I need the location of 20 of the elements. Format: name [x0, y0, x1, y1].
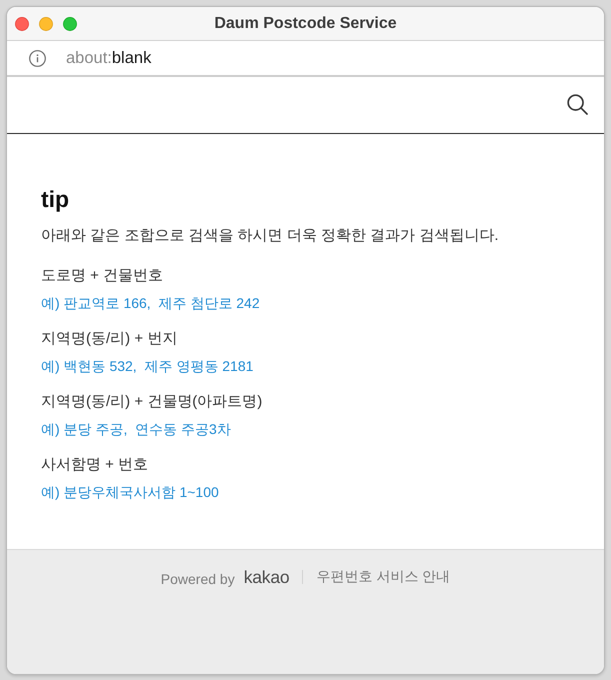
window-close-icon[interactable]	[15, 16, 29, 30]
search-format-label: 지역명(동/리) + 번지	[41, 329, 178, 349]
window-zoom-icon[interactable]	[63, 16, 77, 30]
search-example-text: 예) 백현동 532, 제주 영평동 2181	[41, 357, 254, 376]
url-text: about:blank	[66, 48, 152, 68]
search-icon[interactable]	[567, 94, 588, 114]
search-example-text: 예) 분당 주공, 연수동 주공3차	[41, 420, 231, 439]
info-icon[interactable]	[29, 50, 46, 66]
search-example-text: 예) 판교역로 166, 제주 첨단로 242	[41, 294, 260, 313]
service-info-link[interactable]: 우편번호 서비스 안내	[316, 568, 450, 586]
brand-logo: kakao	[244, 566, 290, 588]
search-field[interactable]	[7, 77, 604, 134]
tip-description: 아래와 같은 조합으로 검색을 하시면 더욱 정확한 결과가 검색됩니다.	[41, 226, 499, 246]
window-title: Daum Postcode Service	[214, 14, 397, 32]
search-example-text: 예) 분당우체국사서함 1~100	[41, 483, 219, 502]
powered-by-text: Powered by	[160, 570, 235, 586]
tip-title: tip	[41, 185, 70, 213]
search-format-label: 사서함명 + 번호	[41, 455, 148, 475]
search-format-label: 도로명 + 건물번호	[41, 266, 164, 286]
search-format-label: 지역명(동/리) + 건물명(아파트명)	[41, 392, 262, 412]
